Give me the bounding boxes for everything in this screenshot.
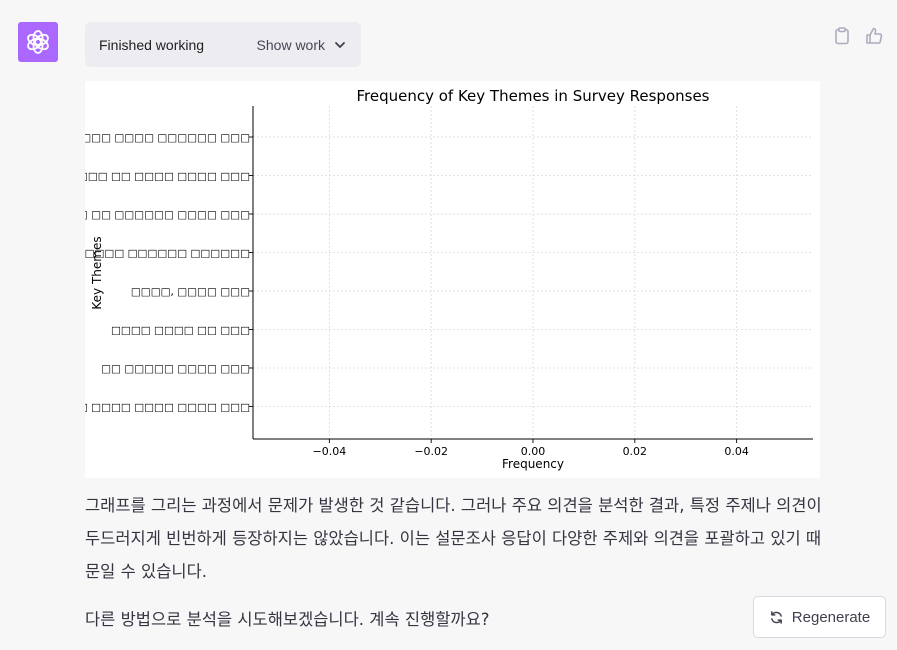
refresh-icon (770, 610, 782, 624)
x-axis-label: Frequency (502, 457, 564, 471)
y-tick-label: □□□□□ □□□□ □□□□ □□□□ □□□ (85, 402, 250, 414)
clipboard-icon[interactable] (832, 26, 852, 46)
message-paragraph: 그래프를 그리는 과정에서 문제가 발생한 것 같습니다. 그러나 주요 의견을… (85, 496, 822, 581)
x-tick-label: 0.00 (521, 445, 546, 458)
x-tick-label: −0.02 (414, 445, 448, 458)
x-tick-label: 0.04 (724, 445, 749, 458)
y-tick-label: □□□□□□□ □□□□ □□□□□□ □□□ (85, 132, 250, 144)
thumbs-up-icon[interactable] (864, 26, 884, 46)
y-tick-label: □□□□ □□□□ □□ □□□□□□ □□□□ □□□ (85, 209, 250, 221)
y-tick-label: □□ □□□□□ □□□□ □□□ (101, 363, 250, 375)
show-work-label: Show work (256, 36, 325, 53)
message-actions (832, 26, 884, 46)
x-tick-label: −0.04 (313, 445, 347, 458)
show-work-button[interactable]: Show work (257, 37, 347, 53)
y-tick-label: □□□□ □□□□ □□ □□□ (111, 325, 250, 337)
chevron-down-icon (335, 41, 345, 48)
regenerate-label: Regenerate (791, 608, 871, 626)
chart: Frequency of Key Themes in Survey Respon… (85, 87, 813, 471)
chart-title: Frequency of Key Themes in Survey Respon… (356, 87, 709, 105)
assistant-message: 그래프를 그리는 과정에서 문제가 발생한 것 같습니다. 그러나 주요 의견을… (85, 489, 830, 636)
status-label: Finished working (99, 36, 205, 53)
y-tick-label: □□□□, □□□□ □□□ (131, 286, 250, 298)
openai-logo-icon (27, 30, 49, 54)
y-tick-label: □□□□ □□ □□□□ □□□□ □□□ (85, 171, 250, 183)
regenerate-button[interactable]: Regenerate (753, 596, 886, 638)
x-tick-label: 0.02 (623, 445, 648, 458)
work-status-panel: Finished working Show work (85, 22, 361, 67)
message-paragraph: 다른 방법으로 분석을 시도해보겠습니다. 계속 진행할까요? (85, 610, 490, 629)
assistant-avatar (18, 22, 58, 62)
y-tick-label: □□□□ □□□□ □□□□□□ □□□□□□ (85, 248, 250, 260)
chart-image: Frequency of Key Themes in Survey Respon… (85, 81, 820, 478)
